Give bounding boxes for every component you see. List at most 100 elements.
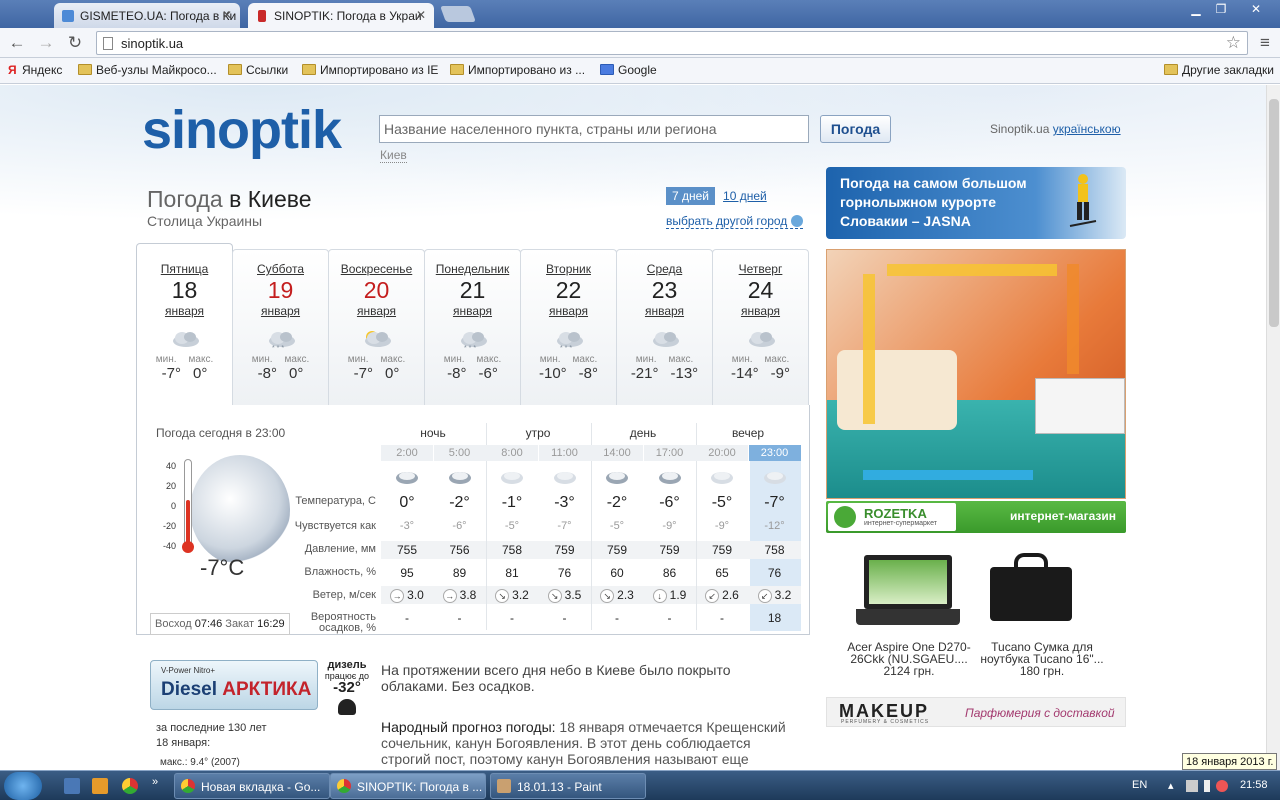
other-city-link[interactable]: выбрать другой город (666, 214, 804, 229)
makeup-ad[interactable]: MAKEUP PERFUMERY & COSMETICS Парфюмерия с … (826, 697, 1126, 727)
tab-gismeteo[interactable]: GISMETEO.UA: Погода в Ки ✕ (54, 3, 240, 28)
sinoptik-favicon-icon (258, 10, 266, 22)
minimize-icon[interactable]: ▁ (1184, 0, 1208, 18)
show-desktop-icon[interactable] (64, 778, 80, 794)
rozetka-ad[interactable]: ROZETKA интернет-супермаркет интернет-маг… (826, 501, 1126, 533)
folder-icon (450, 64, 464, 75)
taskbar-sinoptik[interactable]: SINOPTIK: Погода в ... (330, 773, 486, 799)
day-tab[interactable]: Пятница 18 января мин. макс. -7° 0° (136, 243, 233, 407)
overflow-icon[interactable]: » (152, 776, 158, 788)
new-tab-button[interactable] (440, 6, 476, 22)
laptop-image[interactable] (856, 555, 960, 627)
bookmark-folder[interactable]: Импортировано из IE (302, 63, 438, 77)
star-icon[interactable]: ☆ (1226, 33, 1241, 53)
page-icon (103, 37, 113, 50)
snow-cloud-icon: * * * (264, 328, 298, 352)
scale-tick: -40 (162, 541, 176, 551)
bookmark-folder[interactable]: Ссылки (228, 63, 288, 77)
day-tab[interactable]: Вторник 22 января * * * мин. макс. -10° -8° (520, 249, 617, 405)
day-tab[interactable]: Среда 23 января мин. макс. -21° -13° (616, 249, 713, 405)
address-bar[interactable]: sinoptik.ua ☆ (96, 31, 1248, 55)
row-label: Температура, С (295, 495, 376, 507)
range-10-days[interactable]: 10 дней (723, 189, 767, 203)
yandex-icon: Я (8, 63, 17, 77)
hour-pressure: 759 (606, 543, 628, 557)
start-button[interactable] (4, 772, 42, 800)
chrome-icon[interactable] (122, 778, 138, 794)
restore-icon[interactable]: ❐ (1209, 0, 1233, 18)
page-scrollbar[interactable] (1266, 85, 1280, 770)
battery-icon[interactable] (1204, 780, 1210, 792)
snow-cloud-icon: * * * (552, 328, 586, 352)
day-tab[interactable]: Четверг 24 января мин. макс. -14° -9° (712, 249, 809, 405)
day-tabs: Пятница 18 января мин. макс. -7° 0° Суббота 19 ян… (136, 243, 810, 407)
bookmark-label: Ссылки (246, 63, 289, 77)
clock[interactable]: 21:58 (1240, 779, 1268, 791)
product-name: Acer Aspire One D270-26Ckk (NU.SGAEU.... (847, 640, 971, 666)
scrollbar-thumb[interactable] (1269, 99, 1279, 327)
tray-arrow-icon[interactable]: ▴ (1168, 779, 1174, 792)
wind-direction-icon: ↘ (547, 589, 562, 603)
language-indicator[interactable]: EN (1132, 779, 1147, 791)
thermometer-icon (184, 459, 192, 547)
wrench-icon[interactable]: ≡ (1254, 32, 1276, 54)
close-tab-icon[interactable]: ✕ (416, 8, 426, 22)
day-tab[interactable]: Воскресенье 20 января мин. макс. -7° 0° (328, 249, 425, 405)
day-tab[interactable]: Суббота 19 января * * * мин. макс. -8° 0° (232, 249, 329, 405)
back-icon[interactable]: ← (6, 32, 28, 54)
bookmark-other[interactable]: Другие закладки (1164, 63, 1274, 77)
sun-times: Восход 07:46 Закат 16:29 (150, 613, 290, 635)
max-label: макс. (476, 354, 502, 365)
product-laptop[interactable]: Acer Aspire One D270-26Ckk (NU.SGAEU....… (845, 641, 973, 677)
max-label: макс. (188, 354, 214, 365)
close-tab-icon[interactable]: ✕ (222, 8, 232, 22)
close-window-icon[interactable]: ✕ (1240, 0, 1272, 18)
reload-icon[interactable]: ↻ (64, 32, 86, 54)
network-icon[interactable] (1186, 780, 1198, 792)
rozetka-logo-text: ROZETKA (864, 506, 927, 521)
bookmark-folder[interactable]: Веб-узлы Майкросо... (78, 63, 217, 77)
hour-humidity: 76 (767, 566, 782, 580)
site-logo[interactable]: sinoptik (142, 99, 342, 161)
day-number: 23 (651, 277, 678, 303)
search-button[interactable]: Погода (820, 115, 891, 143)
hour-wind: ↓ 1.9 (644, 588, 696, 603)
min-temp: -14° (730, 365, 759, 382)
sunrise-label: Восход (155, 618, 192, 630)
windows-taskbar: » Новая вкладка - Go... SINOPTIK: Погода… (0, 770, 1280, 800)
search-input[interactable]: Название населенного пункта, страны или … (379, 115, 809, 143)
taskbar-paint[interactable]: 18.01.13 - Paint (490, 773, 646, 799)
sunset-label: Закат (225, 618, 255, 630)
taskbar-new-tab[interactable]: Новая вкладка - Go... (174, 773, 330, 799)
wind-speed: 3.2 (512, 588, 529, 602)
min-max-values: -21° -13° (617, 365, 712, 382)
bookmark-folder[interactable]: Импортировано из ... (450, 63, 585, 77)
hour-header: 2:00 (381, 445, 433, 461)
row-label: Чувствуется как (294, 520, 376, 532)
thermometer-bulb (182, 541, 194, 553)
bookmark-yandex[interactable]: Я Яндекс (8, 63, 62, 77)
bookmark-google[interactable]: Google (600, 63, 657, 77)
media-player-icon[interactable] (92, 778, 108, 794)
day-tab[interactable]: Понедельник 21 января * * * мин. макс. -8° -6° (424, 249, 521, 405)
rozetka-logo-sub: интернет-супермаркет (864, 520, 937, 527)
tab-sinoptik[interactable]: SINOPTIK: Погода в Украи ✕ (248, 3, 434, 28)
ukrainian-link[interactable]: українською (1053, 122, 1121, 136)
wind-speed: 3.5 (564, 588, 582, 602)
wind-direction-icon: ↓ (652, 589, 667, 603)
row-label: Влажность, % (304, 566, 376, 578)
ad-arrow-warm (1067, 264, 1079, 374)
hour-header: 11:00 (538, 445, 591, 461)
search-hint-link[interactable]: Киев (380, 148, 407, 163)
range-7-days[interactable]: 7 дней (666, 187, 716, 205)
product-bag[interactable]: Tucano Сумка для ноутбука Tucano 16"... 1… (978, 641, 1106, 677)
day-name: Пятница (160, 262, 209, 276)
forward-icon[interactable]: → (35, 32, 57, 54)
day-month: января (548, 304, 589, 318)
bag-image[interactable] (990, 553, 1072, 621)
cloud-icon (604, 468, 630, 486)
heater-ad[interactable] (826, 249, 1126, 499)
antivirus-icon[interactable] (1216, 780, 1228, 792)
chevron-down-icon (791, 215, 804, 227)
cloud-icon (168, 328, 202, 350)
